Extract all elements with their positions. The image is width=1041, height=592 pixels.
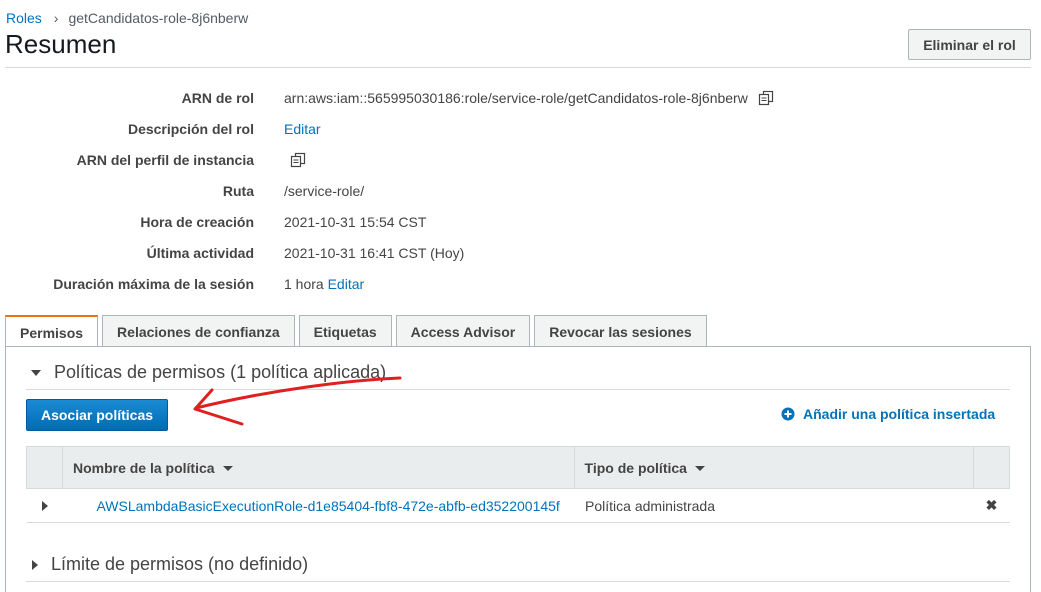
breadcrumb-current: getCandidatos-role-8j6nberw <box>68 10 249 26</box>
summary-row-arn: ARN de rol arn:aws:iam::565995030186:rol… <box>0 86 1041 110</box>
add-inline-policy-label: Añadir una política insertada <box>803 406 996 422</box>
caret-right-icon[interactable] <box>41 500 48 511</box>
arn-value: arn:aws:iam::565995030186:role/service-r… <box>284 90 748 106</box>
last-activity-label: Última actividad <box>146 245 254 261</box>
policy-name-cell: AWSLambdaBasicExecutionRole-d1e85404-fbf… <box>62 488 575 523</box>
path-value: /service-role/ <box>284 183 365 199</box>
add-inline-policy-link[interactable]: Añadir una política insertada <box>781 406 995 422</box>
table-row: AWSLambdaBasicExecutionRole-d1e85404-fbf… <box>26 488 1010 523</box>
sort-caret-icon[interactable] <box>222 466 233 472</box>
table-header-row: Nombre de la política Tipo de política <box>26 446 1010 489</box>
row-expand-cell <box>26 488 63 523</box>
path-label: Ruta <box>222 183 254 199</box>
last-activity-value: 2021-10-31 16:41 CST (Hoy) <box>284 245 465 261</box>
created-value: 2021-10-31 15:54 CST <box>284 214 427 230</box>
permissions-policies-title: Políticas de permisos (1 política aplica… <box>54 362 387 382</box>
edit-max-session-link[interactable]: Editar <box>328 276 365 292</box>
copy-icon[interactable] <box>758 90 774 106</box>
instance-profile-value-wrap <box>284 152 306 168</box>
delete-role-button[interactable]: Eliminar el rol <box>908 29 1031 60</box>
caret-down-icon <box>31 369 41 376</box>
max-session-value: 1 hora <box>284 276 324 292</box>
chevron-right-icon: › <box>53 10 59 26</box>
arn-value-wrap: arn:aws:iam::565995030186:role/service-r… <box>284 90 774 106</box>
summary-row-max-session: Duración máxima de la sesión 1 hora Edit… <box>0 272 1041 296</box>
page-title: Resumen <box>5 29 117 59</box>
plus-circle-icon <box>781 407 795 421</box>
expand-column-header <box>26 446 63 489</box>
policy-name-link[interactable]: AWSLambdaBasicExecutionRole-d1e85404-fbf… <box>96 498 559 514</box>
breadcrumb: Roles › getCandidatos-role-8j6nberw <box>6 10 248 26</box>
tab-trust-relationships[interactable]: Relaciones de confianza <box>102 315 295 347</box>
description-label: Descripción del rol <box>127 121 254 137</box>
breadcrumb-roles-link[interactable]: Roles <box>6 10 42 26</box>
policy-name-column-label: Nombre de la política <box>72 459 215 476</box>
close-icon[interactable]: ✖ <box>973 488 1010 523</box>
summary-row-created: Hora de creación 2021-10-31 15:54 CST <box>0 210 1041 234</box>
permissions-boundary-title: Límite de permisos (no definido) <box>51 554 309 574</box>
created-label: Hora de creación <box>140 214 254 230</box>
max-session-value-wrap: 1 hora Editar <box>284 276 364 292</box>
permissions-policies-toggle[interactable]: Políticas de permisos (1 política aplica… <box>26 362 386 383</box>
actions-column-header <box>973 446 1010 489</box>
permissions-boundary-toggle[interactable]: Límite de permisos (no definido) <box>26 554 308 575</box>
tab-bar: Permisos Relaciones de confianza Etiquet… <box>5 315 711 348</box>
tab-permissions[interactable]: Permisos <box>5 315 99 348</box>
max-session-label: Duración máxima de la sesión <box>53 276 254 292</box>
attach-policies-button[interactable]: Asociar políticas <box>26 399 168 431</box>
divider <box>26 581 1010 582</box>
policy-type-cell: Política administrada <box>574 488 974 523</box>
divider <box>5 67 1031 68</box>
copy-icon[interactable] <box>290 152 306 168</box>
sort-caret-icon[interactable] <box>694 466 705 472</box>
tab-access-advisor[interactable]: Access Advisor <box>395 315 531 347</box>
arn-label: ARN de rol <box>181 90 254 106</box>
description-value-wrap: Editar <box>284 121 321 137</box>
policy-type-column-label: Tipo de política <box>584 459 687 476</box>
policy-type-column-header[interactable]: Tipo de política <box>573 446 975 489</box>
policies-table: Nombre de la política Tipo de política A… <box>26 446 1010 523</box>
summary-row-last-activity: Última actividad 2021-10-31 16:41 CST (H… <box>0 241 1041 265</box>
summary-row-path: Ruta /service-role/ <box>0 179 1041 203</box>
edit-description-link[interactable]: Editar <box>284 121 321 137</box>
divider <box>26 389 1010 390</box>
tab-revoke-sessions[interactable]: Revocar las sesiones <box>534 315 707 347</box>
tab-tags[interactable]: Etiquetas <box>298 315 392 347</box>
summary-row-instance-profile: ARN del perfil de instancia <box>0 148 1041 172</box>
summary-row-description: Descripción del rol Editar <box>0 117 1041 141</box>
instance-profile-label: ARN del perfil de instancia <box>76 152 254 168</box>
policy-name-column-header[interactable]: Nombre de la política <box>61 446 575 489</box>
caret-right-icon <box>32 559 38 570</box>
